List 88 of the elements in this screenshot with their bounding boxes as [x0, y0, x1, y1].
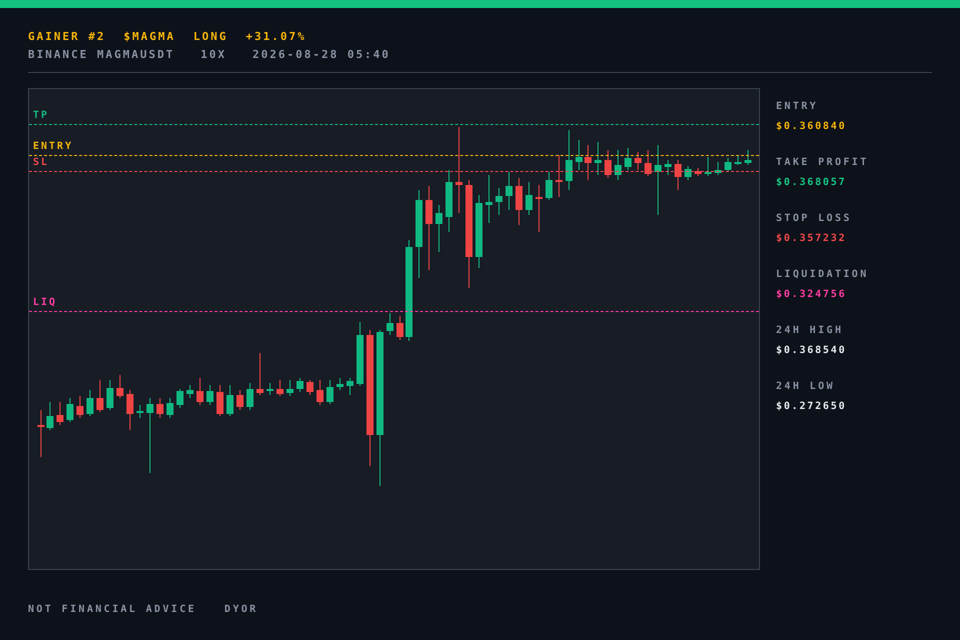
candlestick — [634, 152, 642, 170]
candlestick — [386, 312, 394, 336]
header-subtitle-text: 2026-08-28 05:40 — [252, 48, 390, 62]
candlestick — [684, 166, 692, 180]
candlestick — [176, 388, 184, 408]
candlestick — [336, 378, 344, 390]
candlestick — [86, 390, 94, 416]
candlestick — [624, 148, 632, 170]
candlestick — [566, 130, 572, 190]
candlestick — [674, 160, 682, 190]
candlestick — [724, 158, 732, 172]
header-subtitle-text: BINANCE MAGMAUSDT — [28, 48, 175, 62]
candlestick — [594, 142, 602, 176]
candlestick — [196, 378, 204, 406]
candlestick — [734, 154, 742, 166]
candlestick — [446, 170, 452, 232]
candlestick — [46, 402, 54, 430]
header-title-text: LONG — [193, 30, 228, 44]
level-line-label: SL — [33, 157, 50, 169]
stat-value: $0.368540 — [776, 344, 848, 358]
stat-label: STOP LOSS — [776, 212, 853, 226]
candlestick — [126, 390, 134, 430]
header-title-text: $MAGMA — [124, 30, 176, 44]
candlestick — [396, 316, 404, 340]
stat-value: $0.357232 — [776, 232, 848, 246]
candlestick — [654, 144, 662, 216]
candlestick — [664, 160, 672, 176]
candlestick — [704, 156, 712, 176]
candlestick — [96, 380, 104, 412]
candlestick — [644, 150, 652, 176]
candlestick — [316, 380, 324, 406]
candlestick — [356, 322, 364, 386]
candlestick — [326, 380, 334, 404]
candlestick — [526, 182, 532, 216]
candlestick — [576, 140, 582, 170]
candlestick — [256, 352, 264, 396]
candlestick — [286, 380, 294, 396]
footer-text: DYOR — [224, 604, 258, 615]
candlestick — [486, 174, 492, 224]
level-line-label: TP — [33, 110, 50, 122]
candlestick — [136, 404, 144, 418]
candlestick — [66, 398, 74, 422]
level-line-label: LIQ — [33, 297, 58, 309]
candlestick — [436, 204, 442, 252]
stat-value: $0.360840 — [776, 120, 848, 134]
header-title-text: +31.07% — [246, 30, 306, 44]
candlestick — [714, 162, 722, 176]
candlestick — [266, 382, 274, 396]
candlestick — [744, 150, 752, 166]
header-subtitle-text: 10X — [200, 48, 226, 62]
candlestick — [276, 380, 284, 396]
candlestick — [166, 398, 174, 418]
stat-value: $0.324756 — [776, 288, 848, 302]
candlestick — [584, 144, 592, 180]
candlestick — [216, 384, 224, 416]
candlestick — [56, 402, 64, 426]
candlestick — [246, 382, 254, 410]
stat-value: $0.368057 — [776, 176, 848, 190]
stat-value: $0.272650 — [776, 400, 848, 414]
candlestick — [206, 384, 214, 406]
candlestick — [186, 384, 194, 398]
candlestick — [506, 172, 512, 210]
candlestick — [556, 154, 562, 198]
candlestick — [546, 172, 552, 200]
candlestick — [236, 390, 244, 410]
candlestick — [306, 380, 314, 396]
candlestick — [106, 380, 114, 410]
candlestick — [226, 384, 234, 416]
header-title-text: GAINER #2 — [28, 30, 106, 44]
candlestick — [38, 410, 44, 458]
footer-text: NOT FINANCIAL ADVICE — [28, 604, 196, 615]
stat-label: ENTRY — [776, 100, 820, 114]
candlestick — [614, 150, 622, 180]
stat-label: TAKE PROFIT — [776, 156, 869, 170]
candlestick — [296, 378, 304, 392]
candlestick — [156, 398, 164, 418]
stat-label: 24H HIGH — [776, 324, 844, 338]
candlestick — [116, 374, 124, 398]
candlestick — [76, 396, 84, 418]
stat-label: 24H LOW — [776, 380, 836, 394]
level-line-label: ENTRY — [33, 141, 74, 153]
candlestick — [604, 150, 612, 178]
candlestick — [346, 378, 354, 396]
candlestick — [496, 188, 502, 216]
candlestick — [694, 168, 702, 176]
stat-label: LIQUIDATION — [776, 268, 869, 282]
candlestick — [516, 178, 522, 226]
candlestick — [536, 184, 542, 232]
